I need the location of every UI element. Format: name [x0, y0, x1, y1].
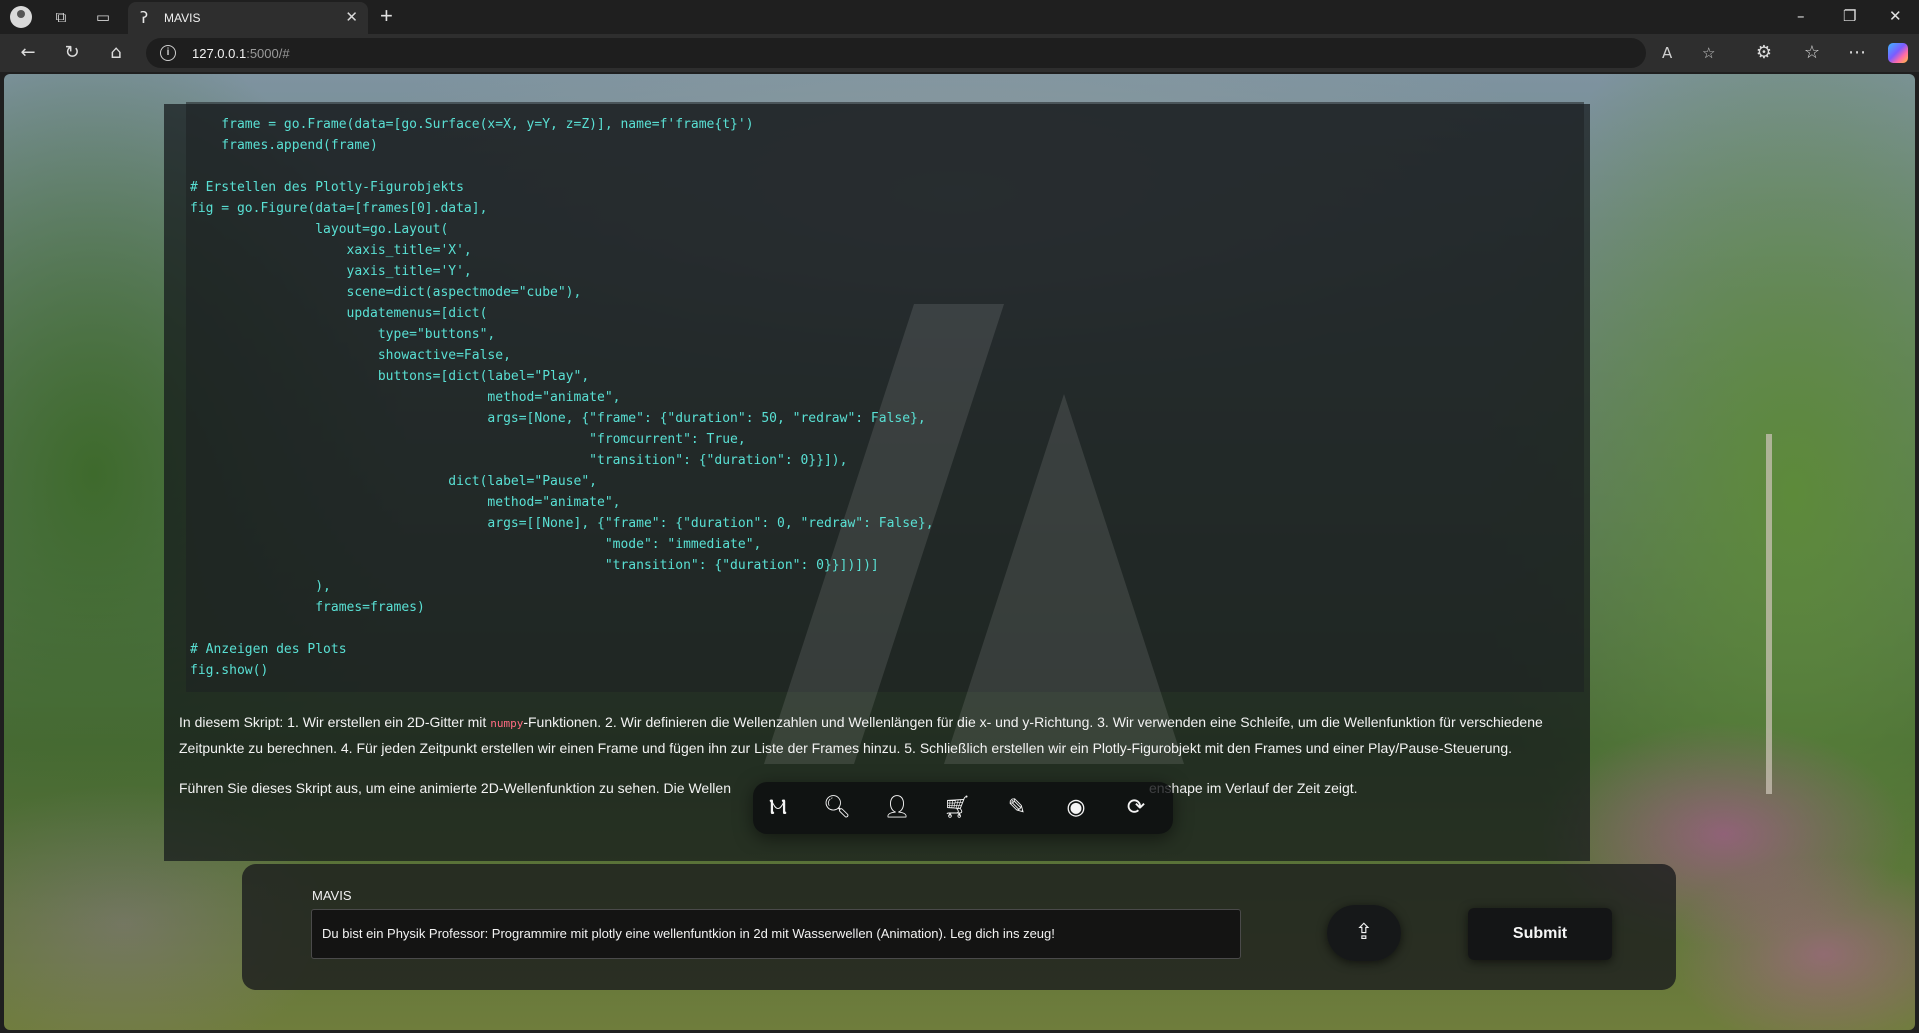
code-line: args=[[None], {"frame": {"duration": 0, …	[190, 516, 934, 531]
code-line: method="animate",	[190, 390, 621, 405]
code-line: type="buttons",	[190, 327, 496, 342]
prompt-input[interactable]: Du bist ein Physik Professor: Programmir…	[311, 909, 1241, 959]
edit-icon[interactable]: ✎	[1003, 794, 1031, 822]
reload-icon[interactable]: ↻	[60, 42, 84, 64]
favorites-icon[interactable]: ☆	[1800, 42, 1824, 64]
code-line: "transition": {"duration": 0}}]),	[190, 453, 848, 468]
address-bar[interactable]: i 127.0.0.1:5000/# A ☆	[146, 38, 1715, 68]
star-icon[interactable]: ☆	[1702, 43, 1715, 63]
extensions-icon[interactable]: ⚙	[1752, 42, 1776, 64]
code-line: frame = go.Frame(data=[go.Surface(x=X, y…	[190, 117, 754, 132]
home-icon[interactable]: ⌂	[104, 42, 128, 64]
search-icon[interactable]: 🔍︎	[823, 794, 851, 822]
upload-icon: ⇪	[1354, 920, 1374, 945]
page-viewport: frame = go.Frame(data=[go.Surface(x=X, y…	[4, 74, 1915, 1030]
cart-icon[interactable]: 🛒︎	[943, 794, 971, 822]
window-close-icon[interactable]: ✕	[1889, 6, 1902, 26]
code-line: # Erstellen des Plotly-Figurobjekts	[190, 180, 464, 195]
browser-titlebar: ⧉ ▭ ʔ MAVIS ✕ + – ❐ ✕	[0, 0, 1919, 34]
upload-button[interactable]: ⇪	[1327, 905, 1401, 961]
code-line: buttons=[dict(label="Play",	[190, 369, 590, 384]
code-line: dict(label="Pause",	[190, 474, 597, 489]
minimize-icon[interactable]: –	[1797, 6, 1805, 26]
floating-dock: Ⲙ 🔍︎ 👤︎ 🛒︎ ✎ ◉ ⟳	[753, 782, 1173, 834]
code-line: frames.append(frame)	[190, 138, 378, 153]
code-line: updatemenus=[dict(	[190, 306, 488, 321]
code-text: frame = go.Frame(data=[go.Surface(x=X, y…	[190, 114, 934, 681]
code-line: method="animate",	[190, 495, 621, 510]
code-line: fig.show()	[190, 663, 269, 678]
restore-icon[interactable]: ❐	[1843, 6, 1856, 26]
code-line: showactive=False,	[190, 348, 511, 363]
refresh-icon[interactable]: ⟳	[1122, 794, 1150, 822]
profile-icon[interactable]	[10, 6, 32, 28]
answer-paragraph-1: In diesem Skript: 1. Wir erstellen ein 2…	[179, 710, 1569, 760]
answer-p2-end: enshape im Verlauf der Zeit zeigt.	[1148, 780, 1358, 796]
read-aloud-icon[interactable]: A	[1662, 43, 1672, 63]
code-line: args=[None, {"frame": {"duration": 50, "…	[190, 411, 926, 426]
tab-title: MAVIS	[164, 11, 201, 25]
browser-tab[interactable]: ʔ MAVIS ✕	[128, 2, 368, 34]
back-arrow-icon[interactable]: ←	[16, 42, 40, 64]
input-label: MAVIS	[312, 888, 352, 903]
more-icon[interactable]: ⋯	[1845, 42, 1869, 64]
mavis-logo-icon[interactable]: Ⲙ	[764, 794, 792, 822]
tab-actions-icon[interactable]: ▭	[92, 6, 114, 28]
code-line: xaxis_title='X',	[190, 243, 472, 258]
code-line: layout=go.Layout(	[190, 222, 449, 237]
tab-close-icon[interactable]: ✕	[345, 9, 358, 27]
code-line: "fromcurrent": True,	[190, 432, 746, 447]
input-area: MAVIS Du bist ein Physik Professor: Prog…	[242, 864, 1676, 990]
url-text[interactable]: 127.0.0.1:5000/#	[192, 46, 290, 61]
code-line: ),	[190, 579, 331, 594]
user-icon[interactable]: 👤︎	[883, 794, 911, 822]
workspaces-icon[interactable]: ⧉	[50, 6, 72, 28]
code-line: fig = go.Figure(data=[frames[0].data],	[190, 201, 488, 216]
code-line: scene=dict(aspectmode="cube"),	[190, 285, 582, 300]
code-line: # Anzeigen des Plots	[190, 642, 347, 657]
answer-p1-start: In diesem Skript: 1. Wir erstellen ein 2…	[179, 714, 491, 730]
code-line: frames=frames)	[190, 600, 425, 615]
new-tab-button[interactable]: +	[380, 4, 393, 28]
code-line: "transition": {"duration": 0}}])])]	[190, 558, 879, 573]
answer-p2-start: Führen Sie dieses Skript aus, um eine an…	[179, 780, 731, 796]
inline-code-numpy: numpy	[490, 717, 524, 730]
url-host: 127.0.0.1	[192, 46, 247, 61]
mavis-favicon: ʔ	[140, 8, 149, 27]
submit-button[interactable]: Submit	[1468, 908, 1612, 960]
code-line: "mode": "immediate",	[190, 537, 762, 552]
background-tree-trunk	[1766, 434, 1772, 794]
copilot-icon[interactable]	[1888, 43, 1908, 63]
url-path: :5000/#	[246, 46, 290, 61]
info-icon[interactable]: i	[160, 45, 176, 61]
record-icon[interactable]: ◉	[1062, 794, 1090, 822]
browser-toolbar: ← ↻ ⌂ i 127.0.0.1:5000/# A ☆ ⚙ ☆ ⋯	[0, 34, 1919, 72]
code-line: yaxis_title='Y',	[190, 264, 472, 279]
